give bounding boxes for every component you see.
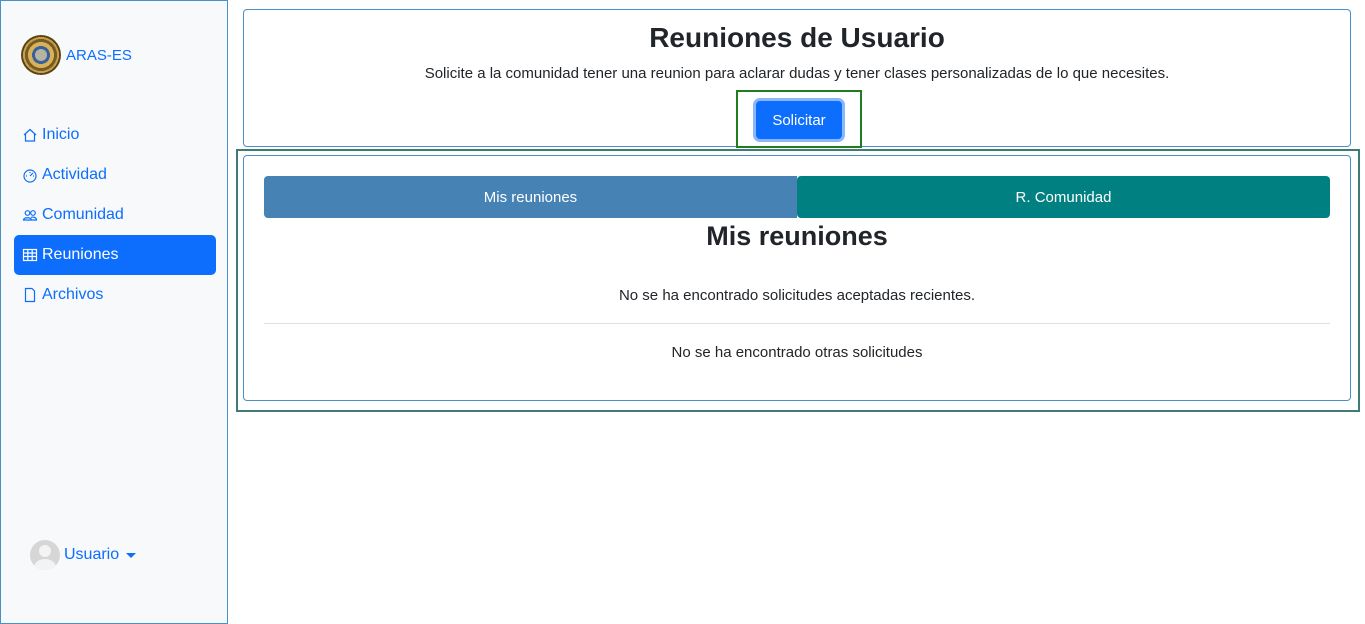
caret-down-icon <box>126 552 137 558</box>
sidebar-item-label: Actividad <box>42 166 107 183</box>
people-icon <box>22 207 38 223</box>
house-icon <box>22 127 38 143</box>
file-icon <box>22 287 38 303</box>
sidebar-item-label: Inicio <box>42 126 80 143</box>
divider <box>264 323 1330 324</box>
page-subtitle: Solicite a la comunidad tener una reunio… <box>424 65 1170 82</box>
speedometer-icon <box>22 167 38 183</box>
avatar <box>30 540 60 570</box>
sidebar-item-label: Reuniones <box>42 246 119 263</box>
solicitar-highlight: Solicitar <box>736 90 862 148</box>
sidebar: ARAS-ES Inicio Actividad Comunidad Reuni… <box>0 0 228 624</box>
accepted-empty-message: No se ha encontrado solicitudes aceptada… <box>618 287 976 304</box>
sidebar-item-label: Archivos <box>42 286 104 303</box>
sidebar-nav: Inicio Actividad Comunidad Reuniones Arc… <box>14 115 216 315</box>
logo <box>21 35 61 75</box>
header-card: Reuniones de Usuario Solicite a la comun… <box>243 9 1351 148</box>
brand-link[interactable]: ARAS-ES <box>21 35 132 75</box>
section-title: Mis reuniones <box>706 221 888 251</box>
sidebar-item-archivos[interactable]: Archivos <box>14 275 216 315</box>
brand-name: ARAS-ES <box>66 46 132 64</box>
solicitar-button[interactable]: Solicitar <box>756 101 842 139</box>
tab-mis-reuniones[interactable]: Mis reuniones <box>264 176 797 218</box>
meetings-tabs: Mis reuniones R. Comunidad <box>264 176 1330 218</box>
page-title: Reuniones de Usuario <box>649 22 945 53</box>
tab-r-comunidad[interactable]: R. Comunidad <box>797 176 1330 218</box>
sidebar-item-actividad[interactable]: Actividad <box>14 155 216 195</box>
sidebar-item-comunidad[interactable]: Comunidad <box>14 195 216 235</box>
user-menu[interactable]: Usuario <box>30 540 137 570</box>
table-icon <box>22 247 38 263</box>
user-name: Usuario <box>64 546 120 563</box>
other-empty-message: No se ha encontrado otras solicitudes <box>671 344 923 361</box>
sidebar-item-label: Comunidad <box>42 206 124 223</box>
meetings-card: Mis reuniones R. Comunidad Mis reuniones… <box>243 155 1351 401</box>
sidebar-item-reuniones[interactable]: Reuniones <box>14 235 216 275</box>
sidebar-item-inicio[interactable]: Inicio <box>14 115 216 155</box>
